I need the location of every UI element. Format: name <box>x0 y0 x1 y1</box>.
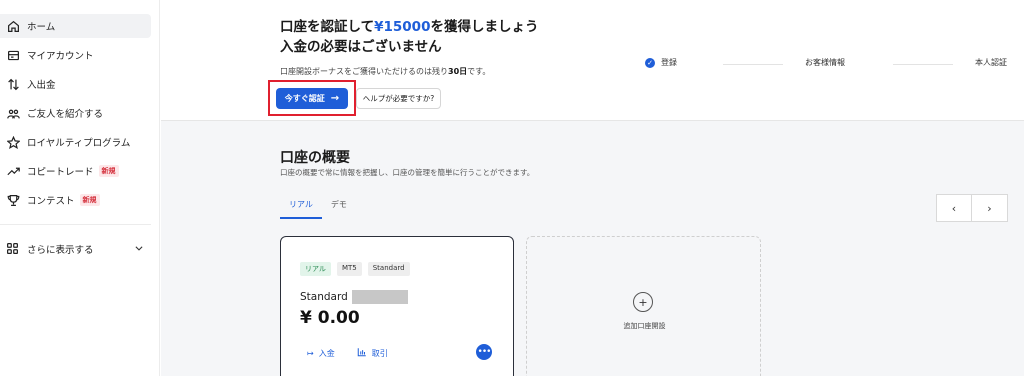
headline-suffix: を獲得しましょう <box>430 19 539 35</box>
sidebar-item-loyalty[interactable]: ロイヤルティプログラム <box>0 130 151 154</box>
prev-button[interactable]: ‹ <box>936 194 972 222</box>
trend-icon <box>6 164 20 178</box>
step-identity: 本人認証 <box>975 57 1007 68</box>
sidebar-item-label: コピートレード <box>27 167 94 178</box>
tag-real: リアル <box>300 262 331 276</box>
sidebar-item-label: コンテスト <box>27 196 75 207</box>
note-suffix: です。 <box>467 67 491 76</box>
bonus-note: 口座開設ボーナスをご獲得いただけるのは残り30日です。 <box>280 66 490 77</box>
sidebar-item-refer-friends[interactable]: ご友人を紹介する <box>0 101 151 125</box>
pager: ‹ › <box>936 194 1008 222</box>
account-tabs: リアル デモ <box>280 195 356 219</box>
new-badge: 新規 <box>79 194 100 206</box>
account-tags: リアル MT5 Standard <box>300 262 416 276</box>
account-name-label: Standard <box>300 291 348 303</box>
account-name: Standard <box>300 290 408 304</box>
step-connector <box>723 64 783 65</box>
tag-platform: MT5 <box>336 262 362 276</box>
more-options-button[interactable]: ••• <box>476 344 492 360</box>
show-more-label: さらに表示する <box>27 245 94 256</box>
account-card[interactable]: リアル MT5 Standard Standard ¥ 0.00 ↦ 入金 取引 … <box>280 236 514 376</box>
verification-banner: 口座を認証して¥15000を獲得しましょう 入金の必要はございません 口座開設ボ… <box>161 0 1024 121</box>
wallet-icon <box>6 48 20 62</box>
redacted-account-number <box>351 290 408 304</box>
help-button[interactable]: ヘルプが必要ですか? <box>356 88 441 109</box>
deposit-icon: ↦ <box>307 348 314 358</box>
grid-icon <box>6 242 20 256</box>
chevron-down-icon <box>134 243 144 256</box>
home-icon <box>6 19 20 33</box>
account-overview: 口座の概要 口座の概要で常に情報を把握し、口座の管理を簡単に行うことができます。… <box>161 121 1024 376</box>
account-balance: ¥ 0.00 <box>300 308 360 328</box>
headline-prefix: 口座を認証して <box>280 19 375 35</box>
sidebar-item-label: 入出金 <box>27 80 56 91</box>
plus-icon: + <box>633 292 653 312</box>
transfer-icon <box>6 77 20 91</box>
step-register: ✓ 登録 <box>645 57 677 68</box>
deposit-button[interactable]: ↦ 入金 <box>307 347 335 359</box>
banner-headline: 口座を認証して¥15000を獲得しましょう 入金の必要はございません <box>280 17 538 57</box>
star-icon <box>6 135 20 149</box>
note-prefix: 口座開設ボーナスをご獲得いただけるのは残り <box>280 67 448 76</box>
page-title: 口座の概要 <box>280 150 350 166</box>
verification-steps: ✓ 登録 お客様情報 本人認証 <box>645 57 1010 71</box>
page-subtitle: 口座の概要で常に情報を把握し、口座の管理を簡単に行うことができます。 <box>280 168 535 177</box>
tab-demo[interactable]: デモ <box>322 195 356 219</box>
sidebar-item-copy-trade[interactable]: コピートレード 新規 <box>0 159 151 183</box>
verify-now-label: 今すぐ認証 <box>284 94 325 103</box>
note-days: 30日 <box>448 67 468 76</box>
verify-now-button[interactable]: 今すぐ認証 → <box>276 88 348 109</box>
step-label: 登録 <box>661 58 677 67</box>
headline-line2: 入金の必要はございません <box>280 39 442 55</box>
step-connector <box>893 64 953 65</box>
sidebar: ホーム マイアカウント 入出金 ご友人を紹介する ロイヤルティプログラム コピー… <box>0 0 160 376</box>
trade-label: 取引 <box>371 348 388 358</box>
trade-button[interactable]: 取引 <box>357 347 388 359</box>
next-button[interactable]: › <box>972 194 1008 222</box>
sidebar-item-my-account[interactable]: マイアカウント <box>0 43 151 67</box>
tag-type: Standard <box>367 262 410 276</box>
headline-amount: ¥15000 <box>374 19 431 35</box>
sidebar-divider <box>0 224 151 225</box>
new-badge: 新規 <box>98 165 119 177</box>
sidebar-item-home[interactable]: ホーム <box>0 14 151 38</box>
trophy-icon <box>6 193 20 207</box>
chart-icon <box>357 347 367 359</box>
sidebar-item-deposit-withdraw[interactable]: 入出金 <box>0 72 151 96</box>
tab-real[interactable]: リアル <box>280 195 322 219</box>
users-icon <box>6 106 20 120</box>
step-customer-info: お客様情報 <box>805 57 845 68</box>
sidebar-show-more[interactable]: さらに表示する <box>0 237 159 261</box>
check-icon: ✓ <box>645 57 655 68</box>
sidebar-item-label: ご友人を紹介する <box>27 109 104 120</box>
account-actions: ↦ 入金 取引 <box>307 347 410 359</box>
arrow-right-icon: → <box>330 93 340 104</box>
step-label: 本人認証 <box>975 58 1007 67</box>
sidebar-item-label: マイアカウント <box>27 51 94 62</box>
deposit-label: 入金 <box>318 348 335 358</box>
sidebar-item-contest[interactable]: コンテスト 新規 <box>0 188 151 212</box>
add-account-card[interactable]: + 追加口座開設 <box>526 236 761 376</box>
sidebar-item-label: ロイヤルティプログラム <box>27 138 131 149</box>
add-account-label: 追加口座開設 <box>623 322 666 330</box>
sidebar-item-label: ホーム <box>27 22 56 33</box>
step-label: お客様情報 <box>805 58 845 67</box>
